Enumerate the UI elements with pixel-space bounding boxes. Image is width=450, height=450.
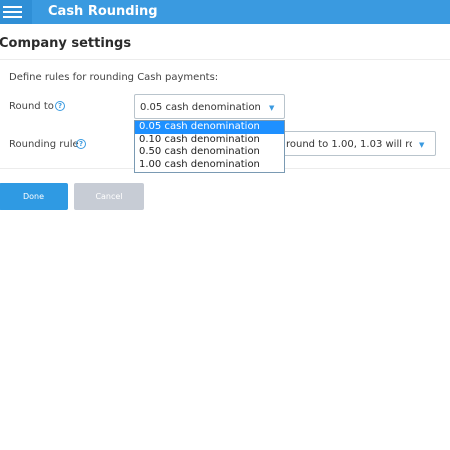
done-button[interactable]: Done <box>0 183 68 210</box>
rounding-rule-select[interactable]: round to 1.00, 1.03 will round ▼ <box>282 131 436 156</box>
divider <box>0 59 450 60</box>
menu-button[interactable] <box>0 0 32 24</box>
page-title: Company settings <box>0 36 132 51</box>
rounding-rule-value: round to 1.00, 1.03 will round <box>286 139 412 150</box>
round-to-select[interactable]: 0.05 cash denomination ▼ <box>134 94 285 119</box>
round-to-dropdown: 0.05 cash denomination 0.10 cash denomina… <box>134 120 285 173</box>
dropdown-option[interactable]: 1.00 cash denomination <box>135 159 284 172</box>
top-bar: Cash Rounding <box>0 0 450 24</box>
hamburger-menu-icon <box>3 6 22 8</box>
round-to-value: 0.05 cash denomination <box>140 102 261 113</box>
cancel-button[interactable]: Cancel <box>74 183 144 210</box>
dropdown-option[interactable]: 0.10 cash denomination <box>135 134 284 147</box>
rounding-rule-label: Rounding rule <box>9 139 79 150</box>
chevron-down-icon: ▼ <box>269 104 275 112</box>
help-icon[interactable]: ? <box>76 139 86 149</box>
chevron-down-icon: ▼ <box>419 141 425 149</box>
description: Define rules for rounding Cash payments: <box>9 72 219 83</box>
hamburger-menu-icon-line <box>3 11 22 13</box>
dropdown-option[interactable]: 0.05 cash denomination <box>135 121 284 134</box>
round-to-label: Round to <box>9 101 54 112</box>
app-title: Cash Rounding <box>48 4 158 19</box>
dropdown-option[interactable]: 0.50 cash denomination <box>135 146 284 159</box>
hamburger-menu-icon-line <box>3 16 22 18</box>
help-icon[interactable]: ? <box>55 101 65 111</box>
